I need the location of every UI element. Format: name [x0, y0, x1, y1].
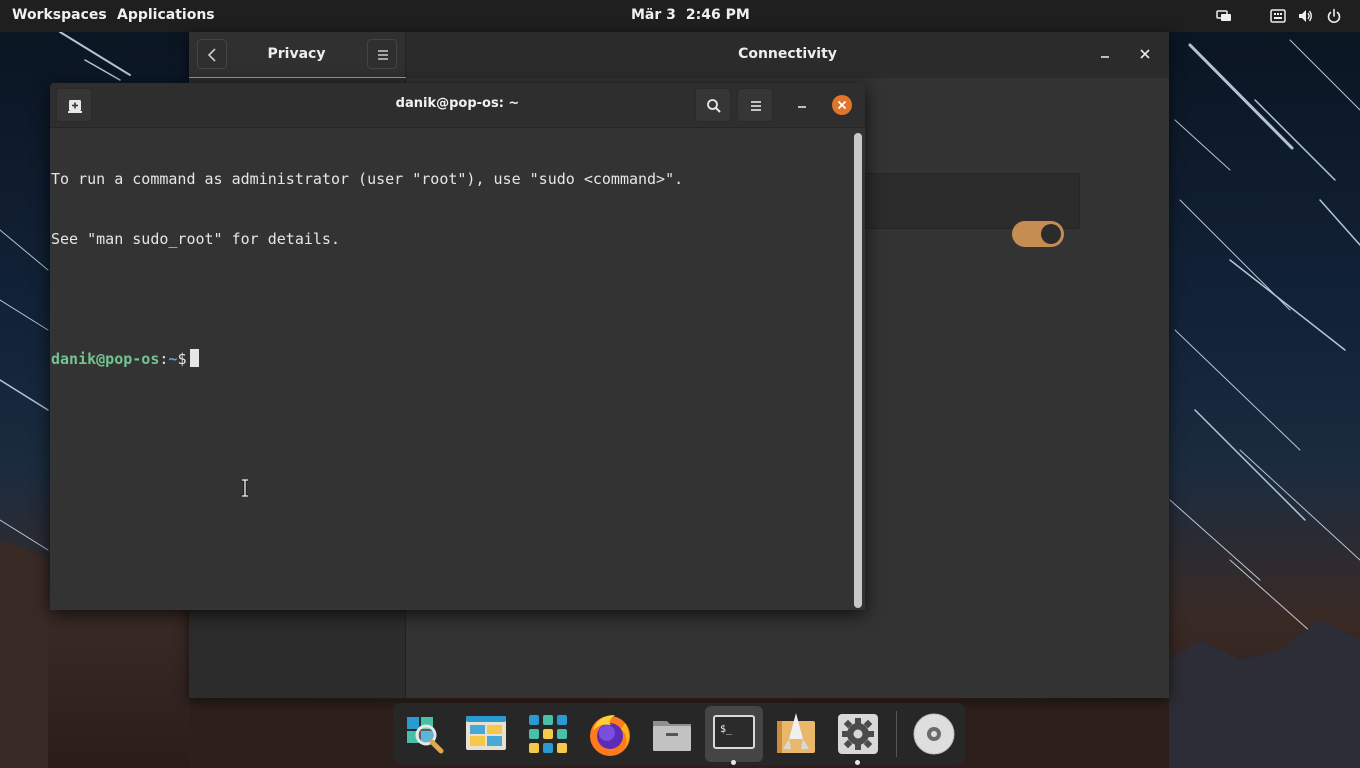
dock: $_ — [393, 703, 965, 765]
back-button[interactable] — [197, 39, 227, 69]
dock-separator — [896, 711, 897, 757]
terminal-scrollbar[interactable] — [854, 133, 862, 608]
settings-menu-button[interactable] — [367, 39, 397, 69]
prompt-symbol: $ — [177, 350, 187, 368]
settings-header-bar: Privacy Connectivity — [189, 32, 1169, 80]
settings-page-title: Connectivity — [738, 46, 837, 62]
text-cursor-icon — [242, 479, 248, 497]
settings-icon[interactable] — [833, 709, 883, 759]
terminal-search-button[interactable] — [695, 88, 731, 122]
hamburger-icon — [378, 50, 388, 60]
terminal-window[interactable]: danik@pop-os: ~ To run a command as admi… — [50, 83, 865, 610]
firefox-icon[interactable] — [585, 709, 635, 759]
launcher-icon[interactable] — [771, 709, 821, 759]
close-icon — [837, 100, 847, 110]
clock-date: Mär 3 — [631, 7, 676, 23]
terminal-cursor — [190, 349, 200, 367]
chevron-left-icon — [207, 48, 216, 62]
search-icon — [707, 99, 721, 113]
applications-button[interactable]: Applications — [117, 7, 215, 23]
toggle-knob — [1041, 224, 1061, 244]
connectivity-checking-toggle[interactable] — [1012, 221, 1064, 247]
svg-text:$_: $_ — [720, 724, 733, 735]
app-grid-icon[interactable] — [523, 709, 573, 759]
terminal-prompt-line: danik@pop-os:~$ — [51, 349, 865, 369]
new-tab-icon — [68, 100, 82, 113]
display-icon[interactable] — [1216, 8, 1232, 24]
terminal-menu-button[interactable] — [737, 88, 773, 122]
prompt-user: danik@pop-os — [51, 350, 160, 368]
terminal-icon[interactable]: $_ — [705, 706, 763, 762]
search-app-icon[interactable] — [399, 709, 449, 759]
terminal-title: danik@pop-os: ~ — [395, 96, 520, 111]
terminal-output[interactable]: To run a command as administrator (user … — [50, 129, 865, 610]
terminal-close-button[interactable] — [832, 95, 852, 115]
terminal-line: To run a command as administrator (user … — [51, 170, 684, 188]
top-bar: Workspaces Applications Mär 3 2:46 PM — [0, 0, 1360, 32]
power-icon[interactable] — [1326, 8, 1342, 24]
files-icon[interactable] — [647, 709, 697, 759]
clock-time: 2:46 PM — [685, 7, 750, 23]
workspaces-icon[interactable] — [461, 709, 511, 759]
running-indicator — [731, 760, 736, 765]
close-icon[interactable] — [1137, 46, 1153, 62]
disc-icon[interactable] — [909, 709, 959, 759]
settings-sidebar-title: Privacy — [267, 46, 326, 62]
volume-icon[interactable] — [1297, 8, 1313, 24]
clock[interactable]: Mär 3 2:46 PM — [631, 7, 760, 23]
new-tab-button[interactable] — [56, 88, 92, 122]
minimize-icon[interactable] — [794, 96, 810, 112]
workspaces-button[interactable]: Workspaces — [12, 7, 107, 23]
terminal-header-bar: danik@pop-os: ~ — [50, 83, 865, 128]
keyboard-icon[interactable] — [1270, 8, 1286, 24]
running-indicator — [855, 760, 860, 765]
minimize-icon[interactable] — [1097, 46, 1113, 62]
terminal-line: See "man sudo_root" for details. — [51, 230, 340, 248]
settings-sidebar-header: Privacy — [189, 32, 406, 80]
hamburger-icon — [751, 101, 761, 111]
